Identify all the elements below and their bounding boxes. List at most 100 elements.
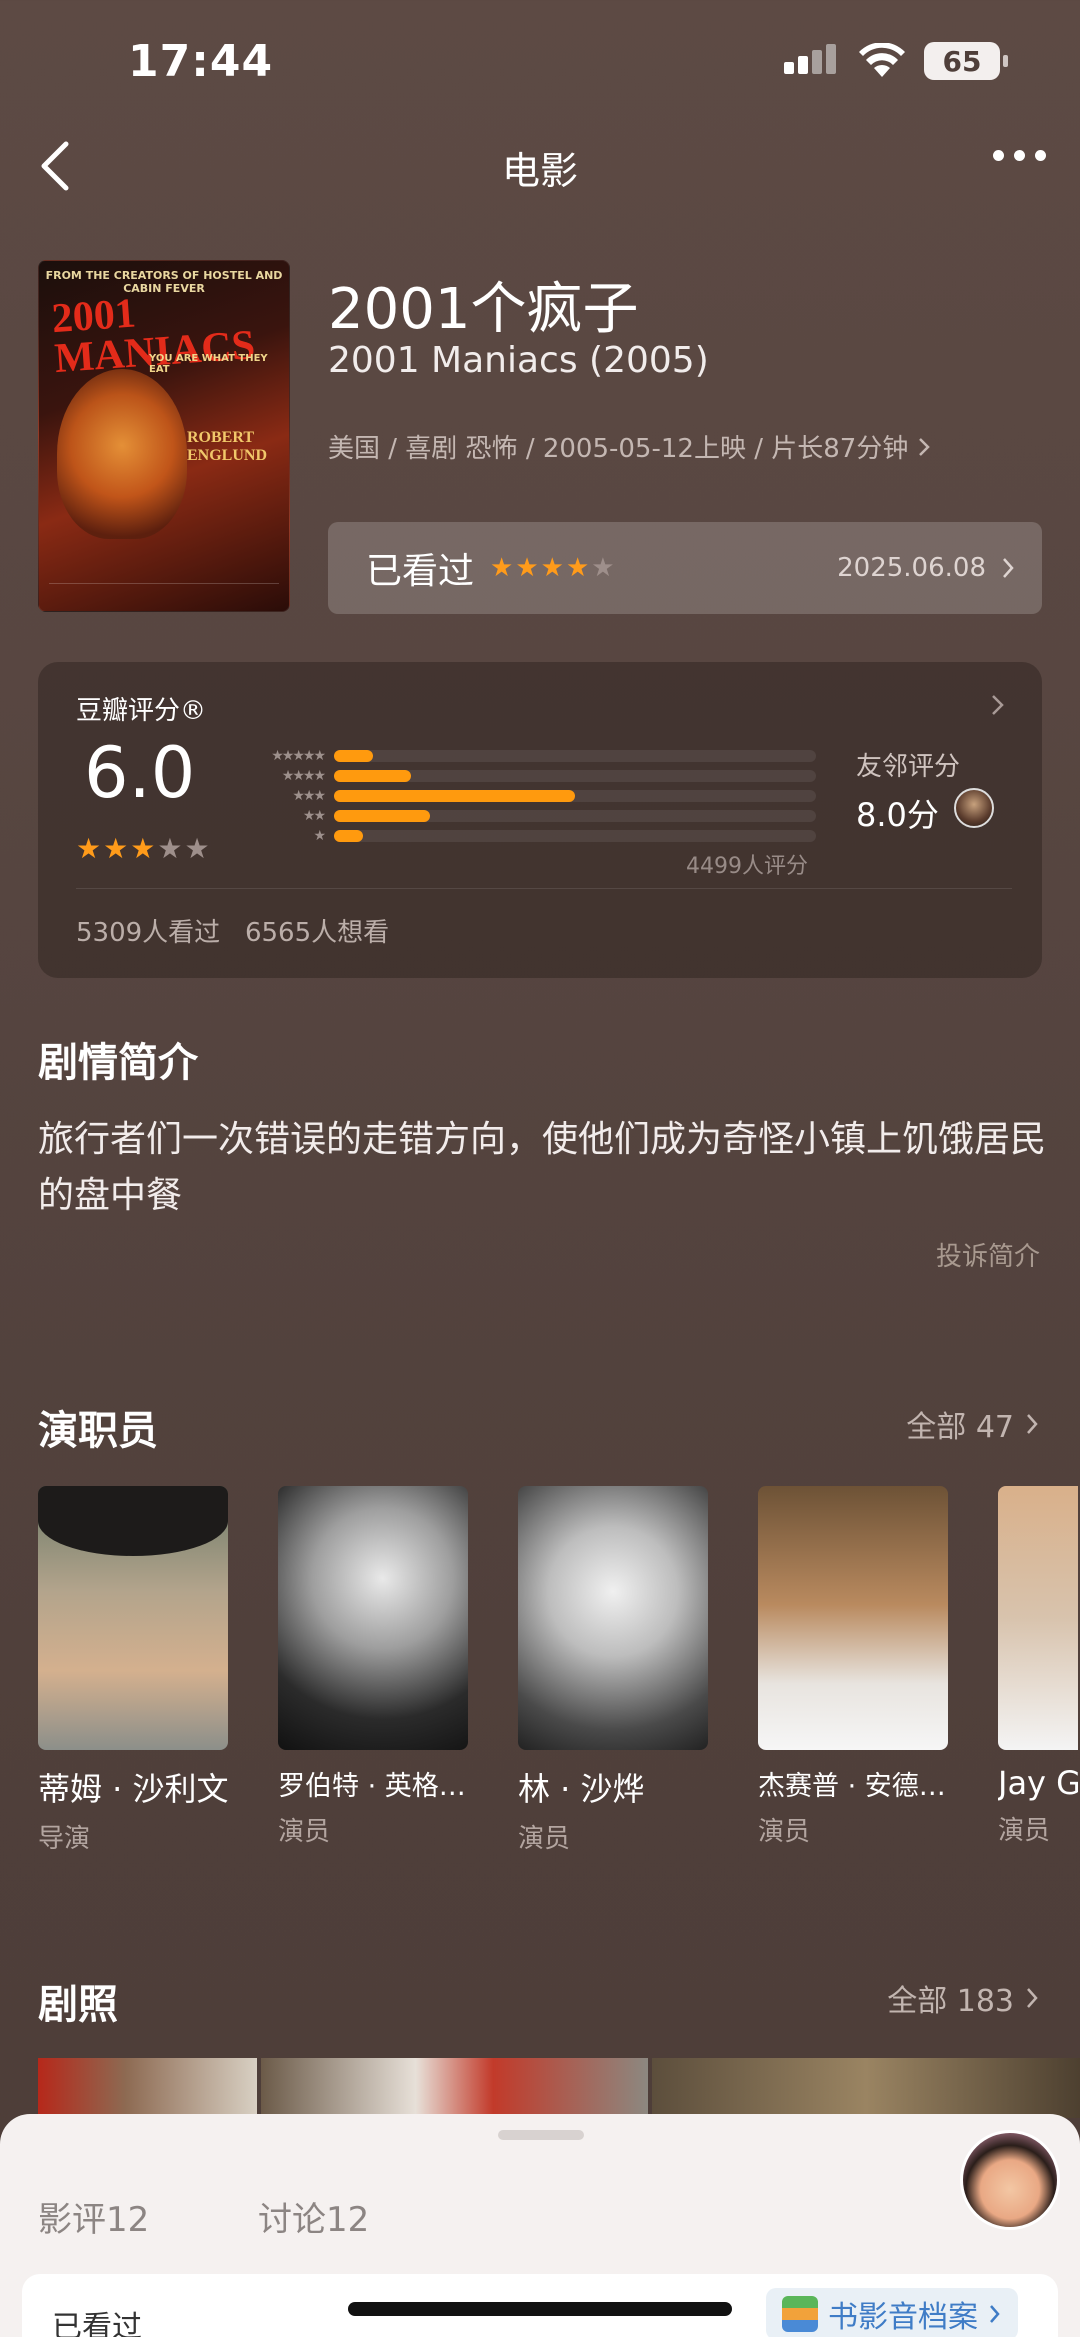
cast-role: 导演 (38, 1824, 91, 1854)
cast-name: Jay G (998, 1764, 1078, 1802)
home-indicator (348, 2302, 732, 2316)
watch-stats: 5309人看过 6565人想看 (76, 918, 390, 948)
status-time: 17:44 (128, 36, 274, 87)
distribution-track (334, 810, 816, 822)
report-synopsis-link[interactable]: 投诉简介 (936, 1236, 1040, 1273)
cast-name: 蒂姆 · 沙利文 (38, 1770, 229, 1808)
chevron-right-icon (1003, 558, 1014, 578)
stills-all-label: 全部 183 (887, 1984, 1014, 2019)
avatar[interactable] (954, 788, 994, 828)
cast-role: 演员 (758, 1817, 811, 1847)
distribution-stars: ★ (313, 828, 326, 844)
wifi-icon (859, 43, 905, 77)
movie-poster[interactable]: FROM THE CREATORS OF HOSTEL AND CABIN FE… (38, 260, 290, 612)
star-icon: ★ (157, 832, 183, 865)
movie-meta[interactable]: 美国 / 喜剧 恐怖 / 2005-05-12上映 / 片长87分钟 (328, 428, 932, 465)
friend-rating-score: 8.0分 (856, 796, 939, 834)
distribution-bar (334, 830, 363, 842)
battery-level: 65 (942, 44, 982, 78)
distribution-stars: ★★ (302, 808, 326, 824)
more-icon[interactable] (993, 150, 1046, 161)
cast-list: 蒂姆 · 沙利文 导演 罗伯特 · 英格… 演员 林 · 沙烨 演员 杰赛普 ·… (38, 1486, 1078, 1855)
archive-label: 书影音档案 (828, 2300, 978, 2335)
stills-title: 剧照 (38, 1982, 118, 2028)
cast-name: 林 · 沙烨 (518, 1770, 645, 1808)
my-rating-stars: ★ ★ ★ ★ ★ (490, 555, 615, 581)
distribution-stars: ★★★★★ (271, 748, 326, 764)
movie-title: 2001个疯子 (328, 277, 639, 342)
cast-title: 演职员 (38, 1408, 158, 1454)
stills-all-link[interactable]: 全部 183 (887, 1976, 1040, 2020)
status-icons: 65 (784, 42, 1008, 80)
distribution-track (334, 830, 816, 842)
distribution-track (334, 770, 816, 782)
cast-role: 演员 (518, 1824, 571, 1854)
cast-card[interactable]: 蒂姆 · 沙利文 导演 (38, 1486, 229, 1855)
still-image[interactable] (652, 2058, 1080, 2118)
tab-discussions[interactable]: 讨论12 (258, 2192, 369, 2241)
cast-photo (38, 1486, 228, 1750)
stills-strip[interactable] (38, 2058, 1080, 2118)
chevron-right-icon (1027, 1414, 1038, 1434)
cast-name: 杰赛普 · 安德… (758, 1771, 946, 1802)
cast-card[interactable]: Jay G 演员 (998, 1486, 1078, 1855)
cast-card[interactable]: 杰赛普 · 安德… 演员 (758, 1486, 948, 1855)
distribution-bar (334, 770, 412, 782)
rating-count: 4499人评分 (686, 854, 808, 879)
cast-role: 演员 (998, 1816, 1051, 1846)
douban-rating-card[interactable]: 豆瓣评分® 6.0 ★ ★ ★ ★ ★ ★★★★★ ★★★★ ★★★ ★★ ★ 4499… (38, 662, 1042, 978)
distribution-row: ★★ (234, 806, 856, 826)
cast-card[interactable]: 林 · 沙烨 演员 (518, 1486, 708, 1855)
distribution-bar (334, 810, 431, 822)
star-icon: ★ (103, 832, 129, 865)
poster-actor: ROBERT ENGLUND (187, 429, 268, 464)
archive-icon (782, 2296, 818, 2332)
page-title: 电影 (501, 149, 578, 193)
watched-date: 2025.06.08 (837, 553, 986, 583)
cast-photo (278, 1486, 468, 1750)
poster-tagline: YOU ARE WHAT THEY EAT (149, 353, 268, 375)
cast-all-label: 全部 47 (906, 1410, 1014, 1445)
cast-card[interactable]: 罗伯特 · 英格… 演员 (278, 1486, 468, 1855)
distribution-row: ★★★ (234, 786, 856, 806)
still-image[interactable] (260, 2058, 649, 2118)
distribution-row: ★★★★★ (234, 746, 856, 766)
rating-label: 豆瓣评分® (76, 696, 207, 726)
star-icon: ★ (540, 553, 564, 583)
chevron-right-icon (990, 2305, 1000, 2323)
distribution-bar (334, 790, 575, 802)
avatar[interactable] (960, 2130, 1060, 2230)
cast-photo (998, 1486, 1078, 1750)
distribution-bar (334, 750, 373, 762)
rating-stars: ★ ★ ★ ★ ★ (76, 832, 210, 865)
watched-label: 已看过 (366, 551, 475, 592)
my-rating-bar[interactable]: 已看过 ★ ★ ★ ★ ★ 2025.06.08 (328, 522, 1042, 614)
friend-rating-label: 友邻评分 (856, 752, 961, 782)
chevron-right-icon (1027, 1988, 1038, 2008)
star-icon: ★ (130, 832, 156, 865)
cast-role: 演员 (278, 1817, 331, 1847)
cast-all-link[interactable]: 全部 47 (906, 1402, 1040, 1446)
synopsis-text[interactable]: 旅行者们一次错误的走错方向，使他们成为奇怪小镇上饥饿居民的盘中餐 (38, 1112, 1048, 1224)
star-icon: ★ (565, 553, 590, 583)
synopsis-title: 剧情简介 (38, 1040, 198, 1086)
star-icon: ★ (591, 553, 615, 583)
battery-icon: 65 (924, 42, 1008, 80)
cellular-signal-icon (784, 44, 836, 74)
star-icon: ★ (76, 832, 102, 865)
cast-photo (758, 1486, 948, 1750)
distribution-stars: ★★★★ (281, 768, 326, 784)
sheet-handle[interactable] (498, 2130, 584, 2140)
archive-button[interactable]: 书影音档案 (766, 2288, 1018, 2337)
movie-original-title: 2001 Maniacs (2005) (328, 340, 709, 381)
rating-score: 6.0 (84, 732, 196, 814)
cast-name: 罗伯特 · 英格… (278, 1771, 466, 1802)
tab-reviews[interactable]: 影评12 (38, 2192, 149, 2241)
rating-distribution: ★★★★★ ★★★★ ★★★ ★★ ★ (234, 746, 856, 846)
chevron-right-icon (919, 437, 931, 456)
star-icon: ★ (490, 553, 514, 583)
still-image[interactable] (38, 2058, 257, 2118)
sheet-watched-label: 已看过 (52, 2310, 142, 2337)
distribution-stars: ★★★ (292, 788, 326, 804)
cast-photo (518, 1486, 708, 1750)
